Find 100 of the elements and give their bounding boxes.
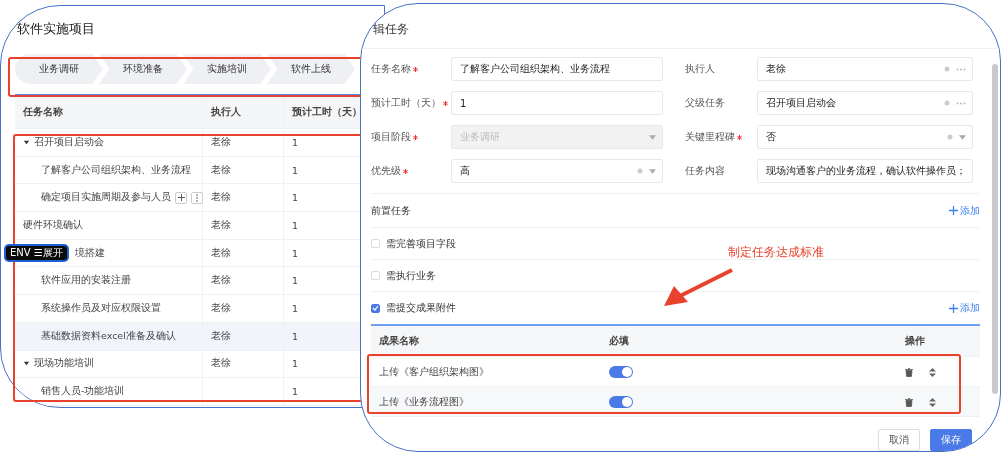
assignee: 老徐 [211,135,231,149]
assignee: 老徐 [211,246,231,260]
checkbox-label: 需执行业务 [386,268,436,283]
task-name: 了解客户公司组织架构、业务流程 [41,163,191,177]
task-name: 硬件环境确认 [23,218,83,232]
phase-step[interactable]: 环境准备 [99,54,187,84]
task-name: 销售人员-功能培训 [41,385,125,399]
field-label: 父级任务 [685,96,725,110]
required-mark-icon [413,134,418,140]
input-field[interactable]: 现场沟通客户的业务流程，确认软件操作员； [757,159,973,183]
field-label: 预计工时（天） [371,96,441,110]
add-icon[interactable] [175,191,187,204]
caret-icon[interactable] [23,138,30,146]
select-field[interactable]: 召开项目启动会 [757,91,973,115]
dropdown-icon[interactable] [959,134,966,140]
checkbox[interactable] [371,303,380,313]
required-mark-icon [737,134,742,140]
column-header: 成果名称 [378,334,420,348]
add-button[interactable]: 添加 [949,301,980,315]
table-row[interactable]: 了解客户公司组织架构、业务流程 老徐 1 [15,156,362,185]
table-row[interactable]: 召开项目启动会 老徐 1 [15,129,362,157]
dropdown-icon[interactable] [649,168,656,174]
hours: 1 [292,136,299,148]
phase-step[interactable]: 软件上线 [267,54,355,84]
assignee: 老徐 [211,357,231,371]
hours: 1 [292,164,299,176]
phase-step[interactable]: 实施培训 [183,54,271,84]
annotation-text: 制定任务达成标准 [728,244,824,261]
column-header: 必填 [608,334,630,348]
task-name: 系统操作员及对应权限设置 [41,301,161,315]
select-field[interactable]: 高 [451,159,663,183]
task-name: 境搭建 [74,246,105,260]
scrollbar[interactable] [992,64,998,394]
column-header: 预计工时（天） [292,105,362,119]
required-mark-icon [403,168,408,174]
hours: 1 [292,302,299,314]
task-name: 确定项目实施周期及参与人员 [41,191,171,205]
dialog-title: 辑任务 [373,22,409,36]
hours: 1 [292,275,299,287]
clear-icon[interactable] [944,66,950,72]
more-icon[interactable] [956,101,966,105]
clear-icon[interactable] [637,168,643,174]
sort-icon[interactable] [929,368,936,377]
assignee: 老徐 [211,274,231,288]
assignee: 老徐 [211,301,231,315]
table-row[interactable]: 确定项目实施周期及参与人员 老徐 1 [15,184,362,213]
assignee: 老徐 [211,329,231,343]
phase-step[interactable]: 业务调研 [15,54,103,84]
env-badge[interactable]: ENV ☰展开 [4,244,69,263]
column-header: 任务名称 [23,105,63,119]
hours: 1 [292,247,299,259]
assignee: 老徐 [211,163,231,177]
table-row[interactable]: 软件应用的安装注册 老徐 1 [15,267,362,296]
section-title: 前置任务 [371,203,411,218]
input-field[interactable]: 了解客户公司组织架构、业务流程 [451,57,663,81]
trash-icon[interactable] [905,398,913,407]
annotation-arrow [662,268,734,308]
caret-icon[interactable] [23,360,30,368]
required-mark-icon [413,66,418,72]
checkbox-label: 需提交成果附件 [386,301,456,315]
clear-icon[interactable] [947,134,953,140]
checkbox-label: 需完善项目字段 [386,236,456,251]
field-label: 任务名称 [371,62,411,76]
table-row[interactable]: 现场功能培训 老徐 1 [15,350,362,379]
add-button[interactable]: 添加 [949,203,980,218]
field-label: 关键里程碑 [685,130,735,144]
plus-icon [177,194,185,202]
table-row[interactable]: 系统操作员及对应权限设置 老徐 1 [15,295,362,323]
plus-icon [949,303,958,313]
task-name: 软件应用的安装注册 [41,274,131,288]
task-name: 现场功能培训 [34,357,94,371]
hours: 1 [292,358,299,370]
assignee: 老徐 [211,218,231,232]
table-row[interactable]: 销售人员-功能培训 1 [15,378,362,406]
hours: 1 [292,330,299,342]
toggle-switch[interactable] [609,395,633,408]
hours: 1 [292,219,299,231]
task-name: 基础数据资料excel准备及确认 [41,329,176,343]
page-title: 软件实施项目 [17,21,95,36]
select-field[interactable]: 老徐 [757,57,973,81]
save-button[interactable]: 保存 [930,429,972,451]
more-icon[interactable] [956,67,966,71]
hours: 1 [292,192,299,204]
table-row[interactable]: 硬件环境确认 老徐 1 [15,212,362,240]
field-label: 优先级 [371,164,401,178]
required-mark-icon [443,100,448,106]
clear-icon[interactable] [944,100,950,106]
table-cell-text: 上传《客户组织架构图》 [378,364,490,379]
table-cell-text: 上传《业务流程图》 [378,394,470,409]
cancel-button[interactable]: 取消 [878,429,920,451]
field-label: 执行人 [685,62,715,76]
input-field[interactable]: 1 [451,91,663,115]
field-label: 项目阶段 [371,130,411,144]
sort-icon[interactable] [929,398,936,407]
toggle-switch[interactable] [609,365,633,378]
select-field[interactable]: 否 [757,125,973,149]
hours: 1 [292,386,299,398]
assignee: 老徐 [211,191,231,205]
table-row[interactable]: 基础数据资料excel准备及确认 老徐 1 [15,322,362,351]
trash-icon[interactable] [905,368,913,377]
